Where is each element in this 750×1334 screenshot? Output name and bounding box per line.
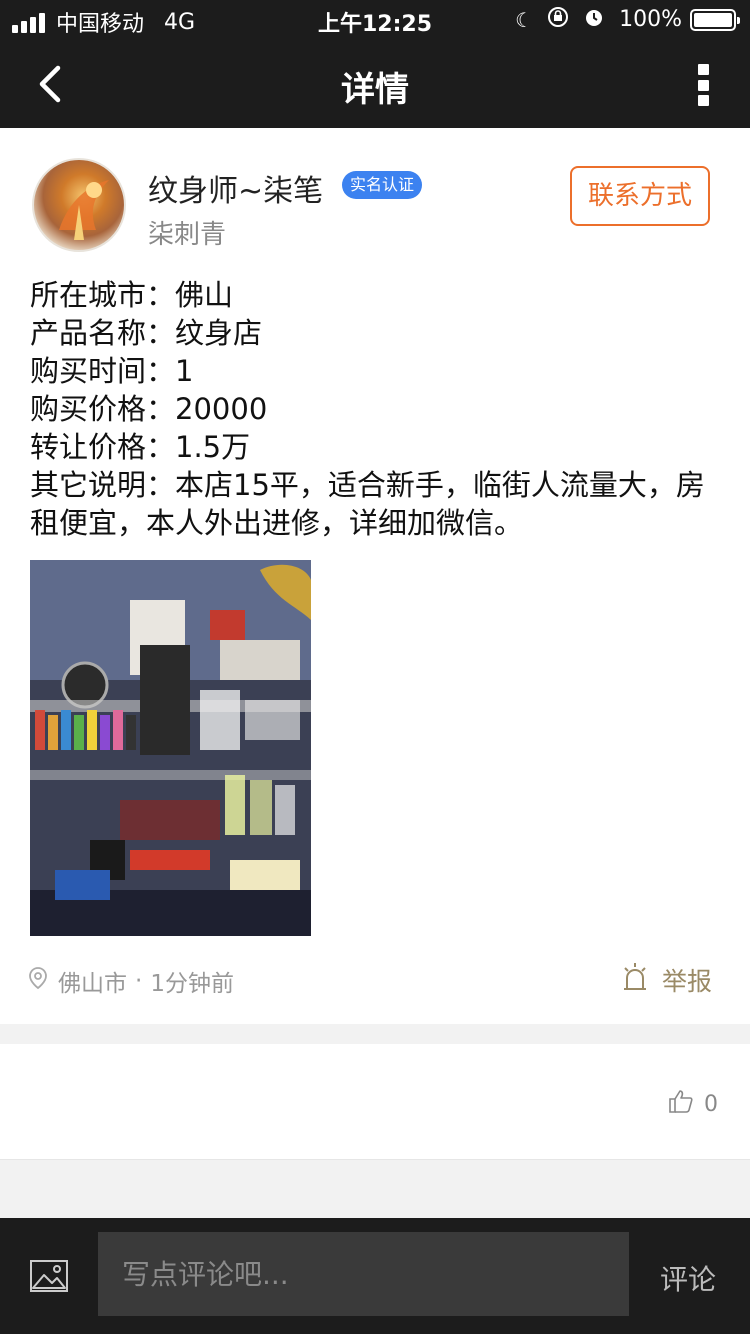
detail-row-purchase-price: 购买价格：20000: [30, 390, 720, 428]
detail-value: 20000: [175, 392, 268, 426]
likes-section: 0: [0, 1044, 750, 1160]
image-icon[interactable]: [30, 1260, 68, 1292]
detail-label: 购买时间：: [30, 354, 176, 388]
detail-row-transfer-price: 转让价格：1.5万: [30, 428, 720, 466]
post-photo[interactable]: [30, 560, 311, 936]
like-count: 0: [704, 1091, 718, 1117]
comment-submit-button[interactable]: 评论: [660, 1258, 716, 1298]
status-right: ☾ 100%: [515, 6, 740, 33]
contact-button[interactable]: 联系方式: [570, 166, 710, 226]
nav-bar: 详情: [0, 40, 750, 128]
moon-icon: ☾: [515, 7, 534, 32]
user-subtitle: 柒刺青: [148, 220, 227, 250]
detail-label: 转让价格：: [30, 430, 176, 464]
report-label: 举报: [661, 967, 712, 996]
alarm-icon: [583, 6, 605, 33]
detail-value: 1.5万: [175, 430, 251, 464]
status-bar: 中国移动 4G 上午12:25 ☾ 100%: [0, 0, 750, 40]
report-button[interactable]: 举报: [622, 962, 712, 998]
detail-label: 购买价格：: [30, 392, 176, 426]
location-pin-icon: [28, 966, 48, 996]
battery-percent: 100%: [619, 7, 682, 32]
detail-row-purchase-time: 购买时间：1: [30, 352, 720, 390]
detail-label: 其它说明：: [30, 468, 176, 502]
post-card: 纹身师~柒笔 实名认证 柒刺青 联系方式 所在城市：佛山 产品名称：纹身店 购买…: [0, 128, 750, 1024]
detail-label: 产品名称：: [30, 316, 176, 350]
post-details: 所在城市：佛山 产品名称：纹身店 购买时间：1 购买价格：20000 转让价格：…: [30, 276, 720, 542]
rotation-lock-icon: [547, 6, 569, 33]
user-name[interactable]: 纹身师~柒笔: [148, 166, 323, 210]
comment-input[interactable]: [98, 1232, 629, 1316]
detail-value: 纹身店: [175, 316, 263, 350]
more-vertical-icon[interactable]: [696, 64, 710, 106]
alarm-light-icon: [622, 962, 648, 998]
detail-row-description: 其它说明：本店15平，适合新手，临街人流量大，房租便宜，本人外出进修，详细加微信…: [30, 466, 720, 542]
detail-label: 所在城市：: [30, 278, 176, 312]
avatar[interactable]: [32, 158, 126, 252]
comment-bar: 评论: [0, 1218, 750, 1334]
verified-badge: 实名认证: [342, 171, 423, 199]
location-text: 佛山市: [58, 971, 127, 997]
battery-fill: [694, 12, 732, 27]
page-title: 详情: [341, 70, 409, 110]
like-button[interactable]: 0: [668, 1088, 718, 1120]
detail-value: 1: [175, 354, 194, 388]
meta-separator: ·: [135, 968, 143, 994]
detail-value: 佛山: [175, 278, 234, 312]
detail-row-city: 所在城市：佛山: [30, 276, 720, 314]
post-time: 1分钟前: [150, 971, 234, 997]
thumbs-up-icon: [668, 1088, 694, 1120]
detail-row-product: 产品名称：纹身店: [30, 314, 720, 352]
post-meta: 佛山市 · 1分钟前: [28, 964, 234, 998]
battery-icon: [690, 8, 740, 31]
